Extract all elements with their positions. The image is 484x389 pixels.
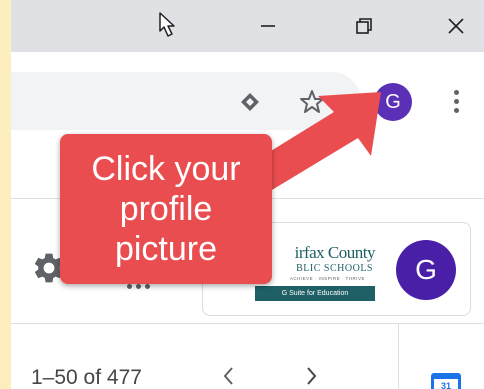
instruction-callout: Click your profile picture <box>60 134 272 284</box>
mouse-cursor-icon <box>159 12 175 37</box>
screen: { "window": { "minimize_icon": "minimize… <box>0 0 484 389</box>
callout-line: picture <box>114 230 218 268</box>
callout-line: profile <box>119 190 213 228</box>
callout-line: Click your <box>91 150 241 188</box>
